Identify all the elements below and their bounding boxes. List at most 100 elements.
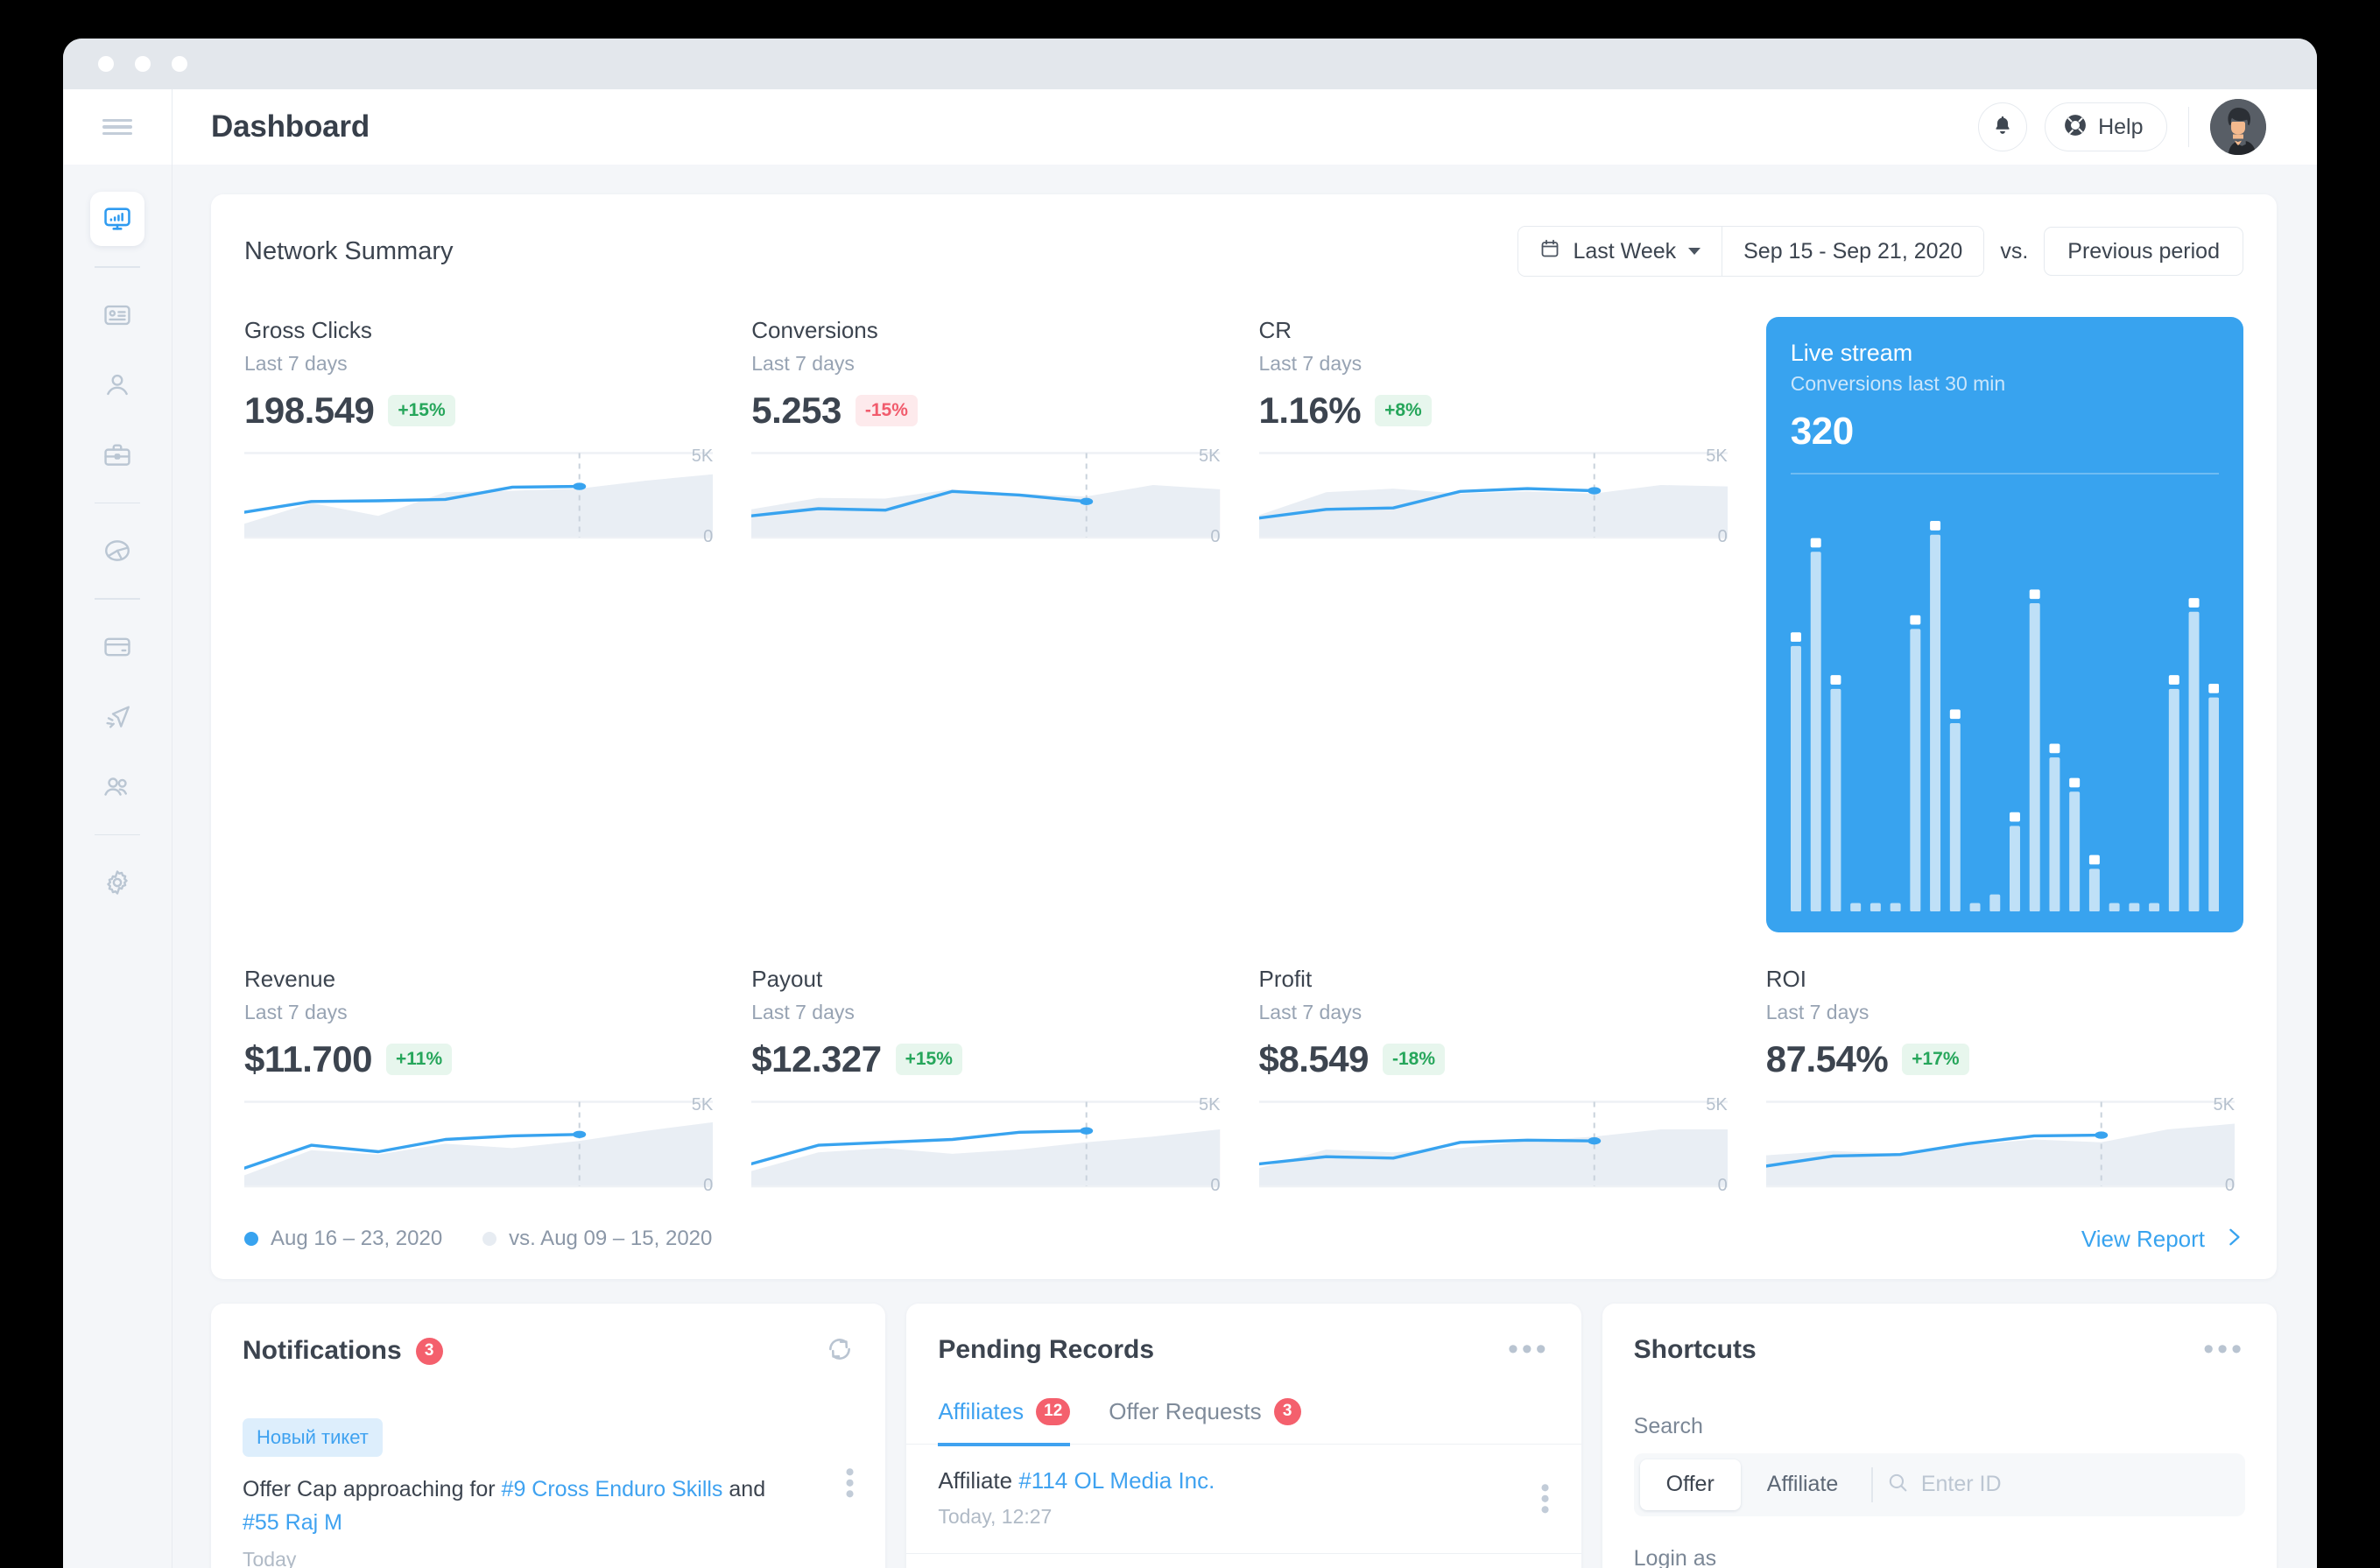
kpi-value: 87.54%	[1765, 1037, 1889, 1079]
sidebar-item-pie-chart[interactable]	[90, 524, 144, 578]
kpi-value: 198.549	[244, 390, 375, 431]
view-report-label: View Report	[2081, 1225, 2205, 1252]
dashboard-icon	[102, 204, 132, 234]
sidebar-divider	[95, 502, 140, 503]
sparkline-axis-min: 0	[703, 527, 714, 546]
legend-previous: vs. Aug 09 – 15, 2020	[482, 1227, 712, 1251]
kpi-name: Payout	[751, 965, 823, 992]
shortcuts-menu-button[interactable]: •••	[2203, 1332, 2245, 1367]
user-icon	[102, 370, 132, 400]
sparkline-axis-max: 5K	[691, 446, 714, 466]
live-stream-subtitle: Conversions last 30 min	[1790, 372, 2006, 395]
app-window: Dashboard Help Network Summary Last Week…	[63, 39, 2317, 1568]
divider	[1790, 473, 2219, 475]
chevron-down-icon	[1688, 248, 1701, 255]
window-close-button[interactable]	[98, 56, 114, 72]
sidebar-item-people[interactable]	[90, 760, 144, 814]
kpi-value-row: 1.16% +8%	[1259, 390, 1728, 432]
notification-tag: Новый тикет	[243, 1417, 383, 1457]
record-link[interactable]: #114 OL Media Inc.	[1018, 1467, 1215, 1494]
kpi-name: Gross Clicks	[244, 317, 372, 343]
notification-link[interactable]: #9 Cross Enduro Skills	[502, 1477, 723, 1501]
notification-time: Today	[243, 1547, 297, 1568]
date-range-value[interactable]: Sep 15 - Sep 21, 2020	[1722, 227, 1984, 276]
notifications-refresh-button[interactable]	[826, 1335, 854, 1368]
lifebuoy-icon	[2063, 113, 2088, 142]
kpi-period: Last 7 days	[244, 352, 348, 375]
menu-toggle-button[interactable]	[63, 89, 173, 165]
sidebar-item-campaigns[interactable]	[90, 690, 144, 744]
list-item: Новый тикет Offer Cap approaching for #9…	[243, 1399, 863, 1568]
notification-link[interactable]: #55 Raj M	[243, 1510, 342, 1535]
date-preset-selector[interactable]: Last Week	[1518, 227, 1722, 276]
legend-current: Aug 16 – 23, 2020	[244, 1227, 442, 1251]
search-id-input[interactable]	[1920, 1472, 2239, 1498]
legend-dot	[482, 1232, 497, 1247]
compare-period-selector[interactable]: Previous period	[2044, 227, 2243, 276]
toolbar-divider	[2187, 107, 2189, 147]
help-button[interactable]: Help	[2045, 102, 2167, 151]
record-time: Today, 12:27	[938, 1504, 1053, 1528]
pending-records-title: Pending Records	[938, 1334, 1155, 1364]
window-maximize-button[interactable]	[172, 56, 187, 72]
network-summary-header: Network Summary Last Week Sep 15 - Sep 2…	[244, 226, 2243, 277]
sidebar-item-billing[interactable]	[90, 620, 144, 674]
sidebar-item-settings[interactable]	[90, 855, 144, 910]
record-menu-button[interactable]: •••	[1531, 1483, 1560, 1516]
sidebar-item-id-card[interactable]	[90, 288, 144, 342]
notification-text: Offer Cap approaching for #9 Cross Endur…	[243, 1473, 854, 1539]
kpi-delta-badge: -15%	[855, 395, 918, 426]
sparkline-axis-min: 0	[703, 1175, 714, 1195]
kpi-value-row: 5.253 -15%	[751, 390, 1220, 432]
sidebar-item-user[interactable]	[90, 358, 144, 412]
shortcuts-body: Search Offer Affiliate Enter ID Login as	[1602, 1414, 2277, 1568]
kpi-sparkline: 5K 0	[751, 1095, 1221, 1195]
kpi-value: 5.253	[751, 390, 841, 431]
sparkline-axis-min: 0	[2224, 1175, 2235, 1195]
login-as-section-label: Login as	[1633, 1545, 1717, 1568]
tab-count-badge: 12	[1036, 1397, 1071, 1425]
kpi-card: Conversions Last 7 days 5.253 -15% 5K 0	[751, 317, 1229, 932]
credit-card-icon	[102, 632, 132, 662]
kpi-delta-badge: +8%	[1375, 395, 1432, 426]
hamburger-icon	[102, 131, 132, 136]
kpi-value-row: 198.549 +15%	[244, 390, 713, 432]
people-icon	[102, 772, 132, 802]
vs-label: vs.	[2000, 238, 2029, 264]
window-minimize-button[interactable]	[135, 56, 151, 72]
notifications-count-badge: 3	[415, 1337, 443, 1365]
search-type-offer[interactable]: Offer	[1639, 1459, 1741, 1510]
notifications-button[interactable]	[1978, 102, 2028, 151]
sidebar-divider	[95, 598, 140, 600]
sparkline-axis-max: 5K	[2213, 1094, 2235, 1114]
pending-records-menu-button[interactable]: •••	[1508, 1334, 1550, 1364]
kpi-value-row: $8.549 -18%	[1259, 1038, 1728, 1080]
sparkline-axis-max: 5K	[1706, 446, 1728, 466]
page-title: Dashboard	[211, 109, 370, 144]
legend-current-label: Aug 16 – 23, 2020	[271, 1227, 443, 1251]
live-stream-title: Live stream	[1790, 340, 1913, 366]
date-preset-label: Last Week	[1573, 238, 1677, 264]
kpi-delta-badge: +17%	[1902, 1043, 1969, 1075]
date-range-group: Last Week Sep 15 - Sep 21, 2020	[1517, 226, 1985, 277]
view-report-link[interactable]: View Report	[2081, 1226, 2243, 1253]
more-icon: •••	[2203, 1332, 2245, 1367]
tab-affiliates[interactable]: Affiliates 12	[938, 1397, 1071, 1446]
date-range-controls: Last Week Sep 15 - Sep 21, 2020 vs. Prev…	[1517, 226, 2243, 277]
window-titlebar	[63, 39, 2317, 89]
search-shortcut-row: Offer Affiliate	[1633, 1452, 2245, 1516]
kpi-value-row: 87.54% +17%	[1766, 1038, 2235, 1080]
sidebar-item-briefcase[interactable]	[90, 428, 144, 482]
tab-label: Offer Requests	[1109, 1397, 1262, 1424]
search-type-affiliate[interactable]: Affiliate	[1741, 1459, 1865, 1510]
pending-records-header: Pending Records •••	[906, 1304, 1581, 1365]
top-bar-actions: Help	[1978, 99, 2266, 155]
notification-menu-button[interactable]: •••	[834, 1467, 863, 1501]
avatar[interactable]	[2210, 99, 2266, 155]
sidebar-item-dashboard[interactable]	[90, 192, 144, 246]
kpi-sparkline: 5K 0	[751, 446, 1221, 546]
kpi-value: $11.700	[244, 1037, 373, 1079]
tab-offer-requests[interactable]: Offer Requests 3	[1109, 1397, 1301, 1446]
kpi-sparkline: 5K 0	[1258, 446, 1728, 546]
kpi-name: Revenue	[244, 965, 336, 992]
